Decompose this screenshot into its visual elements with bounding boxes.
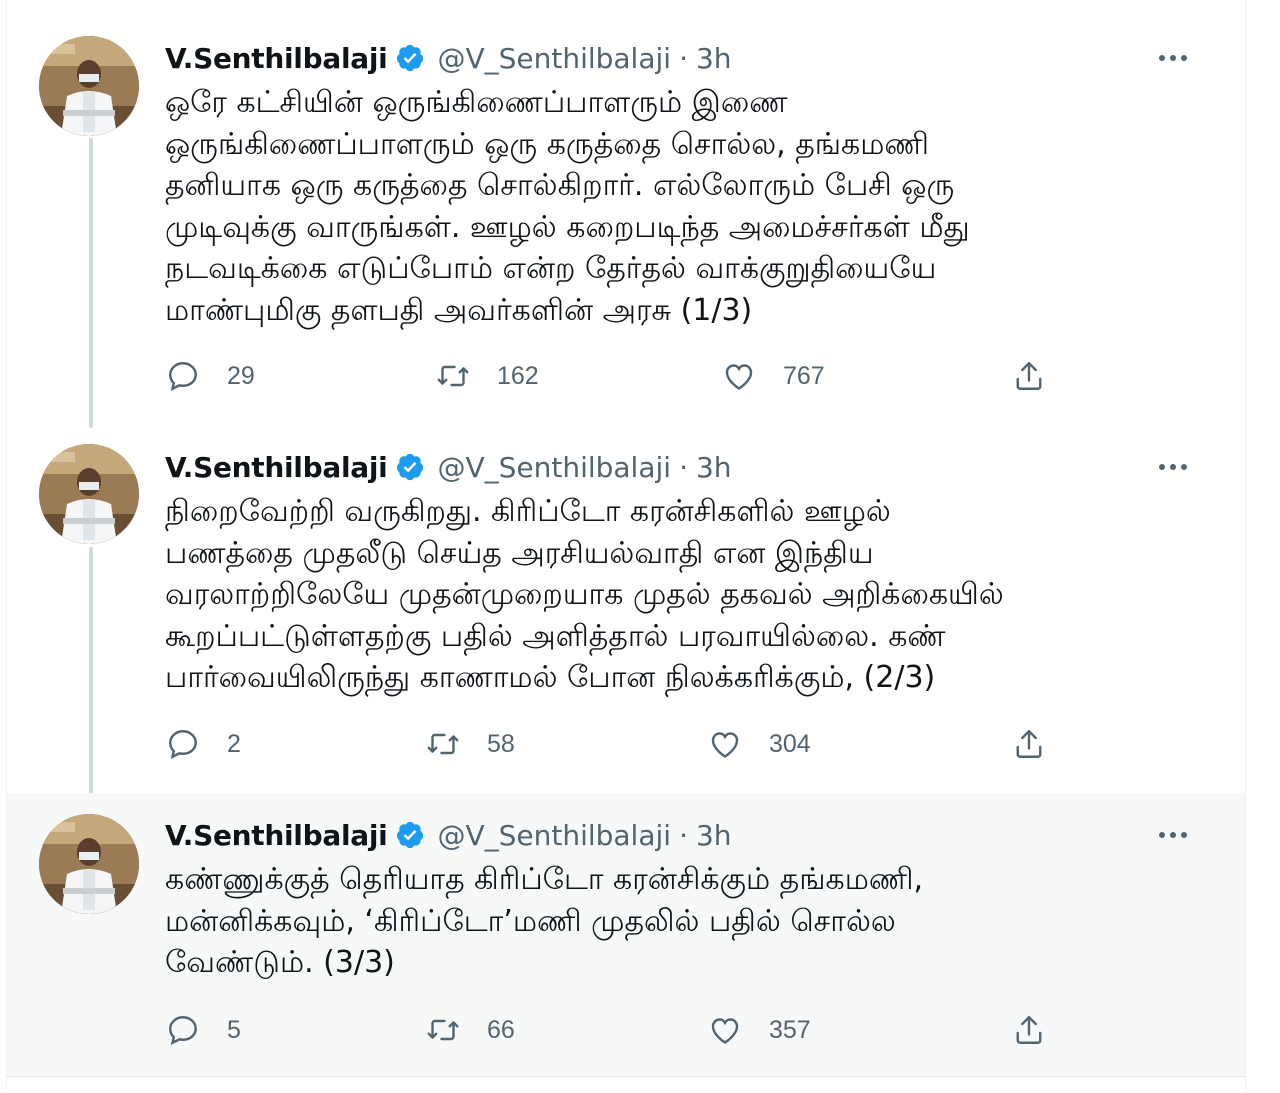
avatar[interactable] xyxy=(39,444,139,544)
tweet-text-line: கூறப்பட்டுள்ளதற்கு பதில் அளித்தால் பரவாய… xyxy=(165,618,946,654)
author-name[interactable]: V.Senthilbalaji xyxy=(165,819,388,852)
tweet-header: V.Senthilbalaji @V_Senthilbalaji · 3h xyxy=(165,40,732,76)
tweet-text-line: பணத்தை முதலீடு செய்த அரசியல்வாதி என இந்த… xyxy=(165,535,874,571)
more-options-icon[interactable] xyxy=(1153,449,1193,485)
separator-dot: · xyxy=(679,818,688,852)
tweet-text-line: முடிவுக்கு வாருங்கள். ஊழல் கறைபடிந்த அமை… xyxy=(165,209,970,245)
retweet-icon xyxy=(427,733,459,755)
avatar[interactable] xyxy=(39,36,139,136)
retweet-button[interactable]: 58 xyxy=(425,724,515,764)
tweet-text-line: வரலாற்றிலேயே முதன்முறையாக முதல் தகவல் அற… xyxy=(165,577,1004,612)
share-button[interactable] xyxy=(1011,724,1047,764)
more-options-icon[interactable] xyxy=(1153,817,1193,853)
tweet-text-line: மன்னிக்கவும், ‘கிரிப்டோ’மணி முதலில் பதில… xyxy=(165,903,896,939)
tweet-text: கண்ணுக்குத் தெரியாத கிரிப்டோ கரன்சிக்கும… xyxy=(165,859,1225,984)
reply-count: 2 xyxy=(227,729,241,758)
author-name[interactable]: V.Senthilbalaji xyxy=(165,42,388,75)
tweet-timestamp[interactable]: 3h xyxy=(696,42,732,75)
tweet-header: V.Senthilbalaji @V_Senthilbalaji · 3h xyxy=(165,817,732,853)
reply-icon xyxy=(169,1016,197,1045)
divider xyxy=(6,1076,1246,1077)
share-icon xyxy=(1016,1016,1042,1044)
reply-button[interactable]: 2 xyxy=(165,724,241,764)
reply-button[interactable]: 29 xyxy=(165,356,255,396)
separator-dot: · xyxy=(679,41,688,75)
share-icon xyxy=(1016,362,1042,390)
author-name[interactable]: V.Senthilbalaji xyxy=(165,451,388,484)
author-handle[interactable]: @V_Senthilbalaji xyxy=(437,451,671,484)
tweet-timestamp[interactable]: 3h xyxy=(696,819,732,852)
like-count: 304 xyxy=(769,729,811,758)
avatar-photo xyxy=(39,444,139,544)
retweet-count: 162 xyxy=(497,361,539,390)
tweet-actions: 29 162 767 xyxy=(165,356,1065,396)
retweet-button[interactable]: 66 xyxy=(425,1010,515,1050)
retweet-icon xyxy=(437,365,469,387)
tweet[interactable]: V.Senthilbalaji @V_Senthilbalaji · 3h கண… xyxy=(7,793,1245,1076)
avatar-photo xyxy=(39,36,139,136)
tweet-header: V.Senthilbalaji @V_Senthilbalaji · 3h xyxy=(165,449,732,485)
reply-count: 5 xyxy=(227,1015,241,1044)
thread-connector xyxy=(89,138,93,428)
verified-badge-icon xyxy=(395,452,425,482)
retweet-icon xyxy=(427,1019,459,1041)
author-handle[interactable]: @V_Senthilbalaji xyxy=(437,42,671,75)
reply-icon xyxy=(169,730,197,759)
tweet-text: நிறைவேற்றி வருகிறது. கிரிப்டோ கரன்சிகளில… xyxy=(165,491,1225,699)
separator-dot: · xyxy=(679,450,688,484)
retweet-count: 58 xyxy=(487,729,515,758)
heart-icon xyxy=(725,364,753,390)
share-button[interactable] xyxy=(1011,1010,1047,1050)
tweet-text-line: மாண்புமிகு தளபதி அவர்களின் அரசு (1/3) xyxy=(165,292,753,328)
reply-count: 29 xyxy=(227,361,255,390)
like-button[interactable]: 357 xyxy=(707,1010,811,1050)
retweet-button[interactable]: 162 xyxy=(435,356,539,396)
retweet-count: 66 xyxy=(487,1015,515,1044)
reply-icon xyxy=(169,362,197,391)
verified-badge-icon xyxy=(395,820,425,850)
like-count: 767 xyxy=(783,361,825,390)
author-handle[interactable]: @V_Senthilbalaji xyxy=(437,819,671,852)
like-count: 357 xyxy=(769,1015,811,1044)
like-button[interactable]: 304 xyxy=(707,724,811,764)
like-button[interactable]: 767 xyxy=(721,356,825,396)
share-button[interactable] xyxy=(1011,356,1047,396)
tweet[interactable]: V.Senthilbalaji @V_Senthilbalaji · 3h நி… xyxy=(7,425,1245,799)
tweet-text-line: தனியாக ஒரு கருத்தை சொல்கிறார். எல்லோரும்… xyxy=(165,168,955,203)
heart-icon xyxy=(711,1018,739,1044)
verified-badge-icon xyxy=(395,43,425,73)
tweet-text: ஒரே கட்சியின் ஒருங்கிணைப்பாளரும் இணை ஒரு… xyxy=(165,82,1225,331)
tweet-text-line: கண்ணுக்குத் தெரியாத கிரிப்டோ கரன்சிக்கும… xyxy=(165,862,923,897)
tweet-text-line: வேண்டும். (3/3) xyxy=(165,945,395,980)
tweet-actions: 5 66 357 xyxy=(165,1010,1065,1050)
avatar-photo xyxy=(39,814,139,914)
more-options-icon[interactable] xyxy=(1153,40,1193,76)
tweet-text-line: ஒருங்கிணைப்பாளரும் ஒரு கருத்தை சொல்ல, தங… xyxy=(165,126,929,162)
share-icon xyxy=(1016,730,1042,758)
tweet-timestamp[interactable]: 3h xyxy=(696,451,732,484)
tweet-text-line: ஒரே கட்சியின் ஒருங்கிணைப்பாளரும் இணை xyxy=(165,85,788,120)
tweet[interactable]: V.Senthilbalaji @V_Senthilbalaji · 3h ஒர… xyxy=(7,0,1245,428)
reply-button[interactable]: 5 xyxy=(165,1010,241,1050)
tweet-text-line: நடவடிக்கை எடுப்போம் என்ற தேர்தல் வாக்குற… xyxy=(165,251,937,286)
tweet-text-line: நிறைவேற்றி வருகிறது. கிரிப்டோ கரன்சிகளில… xyxy=(165,494,891,529)
avatar[interactable] xyxy=(39,814,139,914)
tweet-actions: 2 58 304 xyxy=(165,724,1065,764)
heart-icon xyxy=(711,732,739,758)
tweet-text-line: பார்வையிலிருந்து காணாமல் போன நிலக்கரிக்க… xyxy=(165,660,936,695)
thread-connector xyxy=(89,547,93,799)
